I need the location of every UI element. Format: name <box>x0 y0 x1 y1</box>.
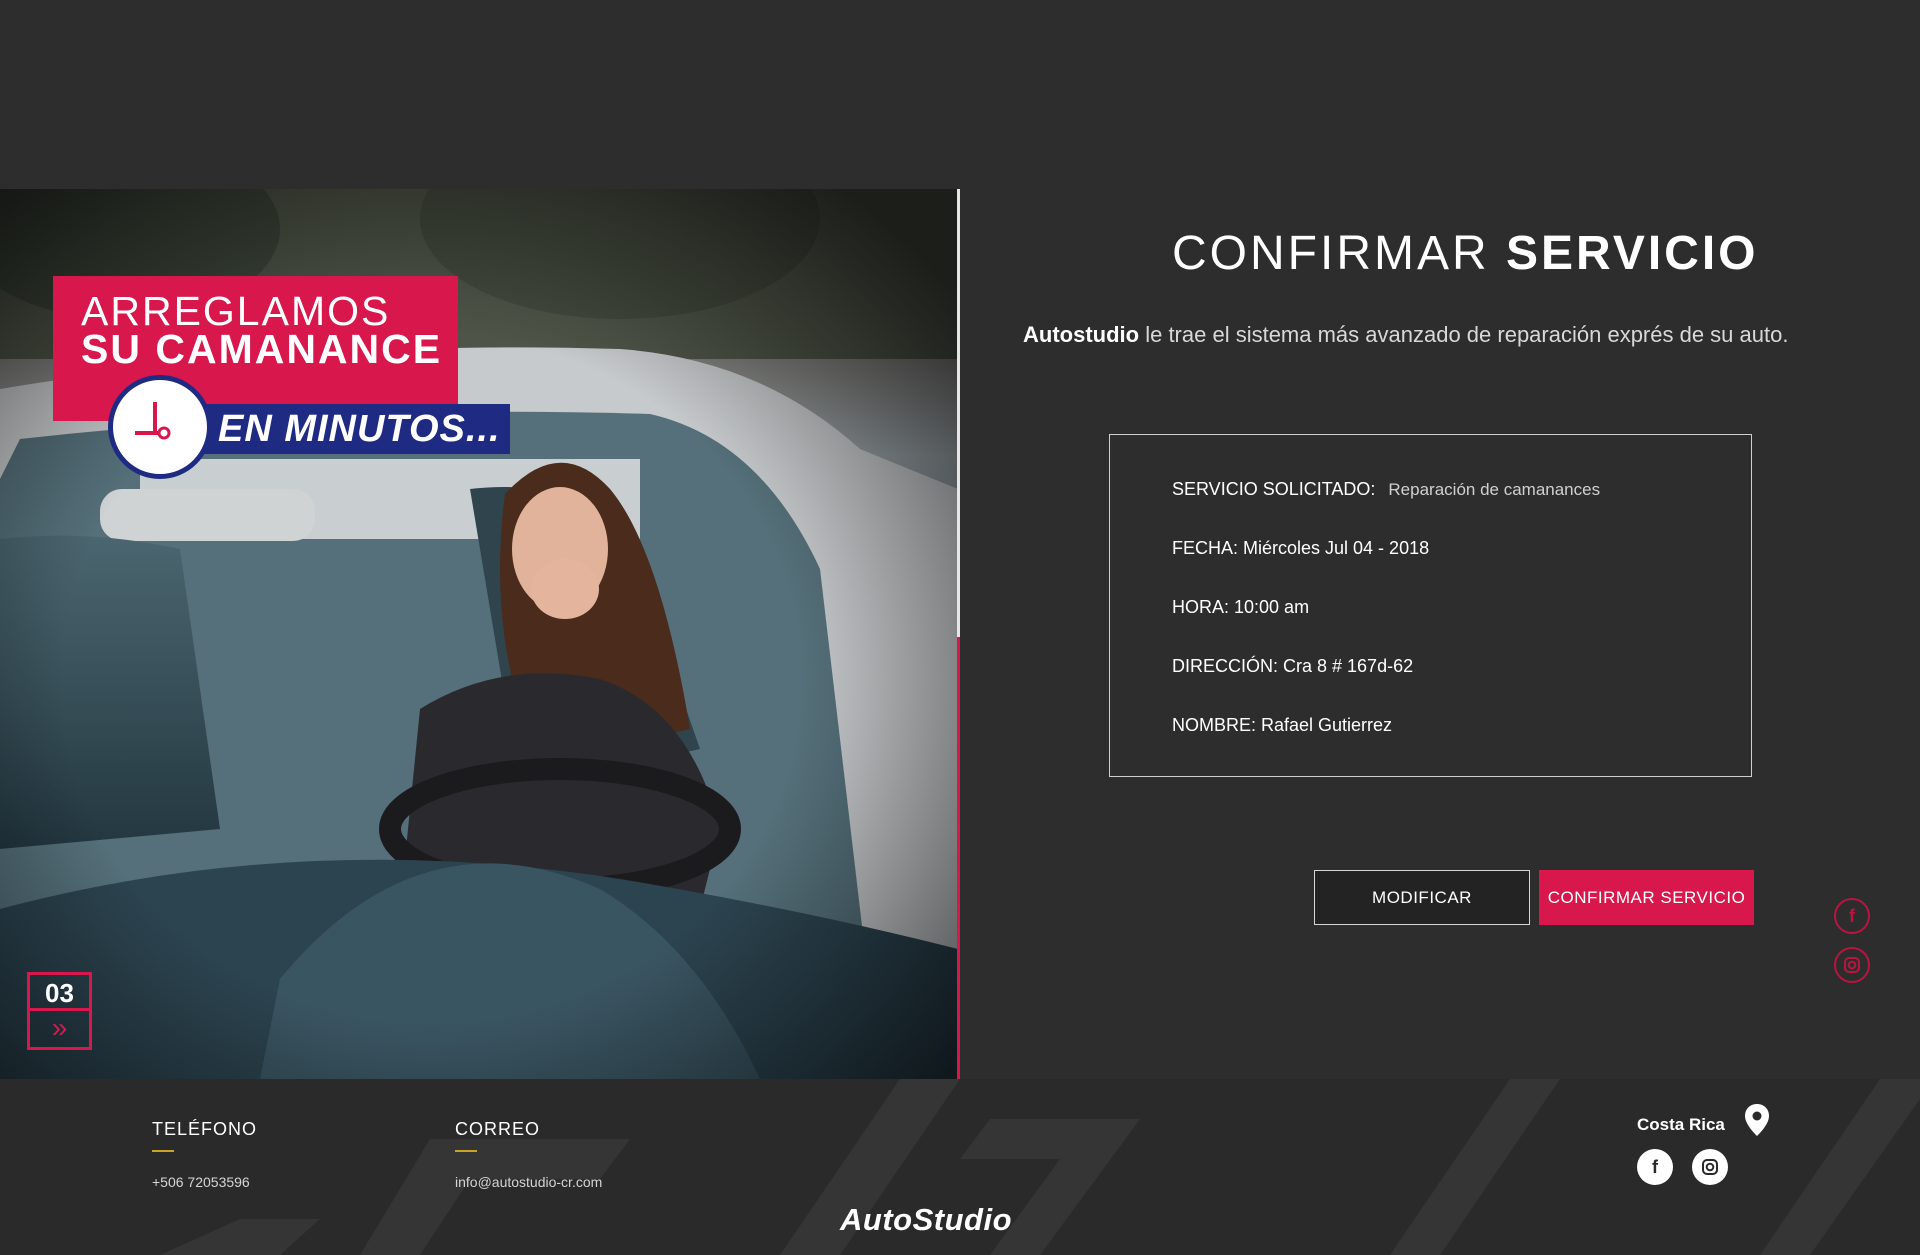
phone-underline <box>152 1150 174 1152</box>
modify-button[interactable]: MODIFICAR <box>1314 870 1530 925</box>
summary-date: FECHA: Miércoles Jul 04 - 2018 <box>1172 538 1430 558</box>
site-footer: TELÉFONO +506 72053596 CORREO info@autos… <box>0 1079 1920 1255</box>
service-value: Reparación de camanances <box>1388 480 1601 499</box>
email-underline <box>455 1150 477 1152</box>
title-bold-part: SERVICIO <box>1506 227 1759 280</box>
next-slide-button[interactable]: » <box>30 1011 89 1047</box>
email-value[interactable]: info@autostudio-cr.com <box>455 1174 602 1190</box>
intro-description: le trae el sistema más avanzado de repar… <box>1139 322 1789 347</box>
location-text: Costa Rica <box>1637 1115 1725 1134</box>
page-title: CONFIRMAR SERVICIO <box>1172 226 1759 281</box>
phone-value[interactable]: +506 72053596 <box>152 1174 250 1190</box>
panel-divider-white <box>957 189 960 637</box>
panel-divider-red <box>957 637 960 1079</box>
instagram-icon[interactable] <box>1834 947 1870 983</box>
footer-instagram-icon[interactable] <box>1692 1149 1728 1185</box>
brand-logo[interactable]: AutoStudio <box>840 1202 1012 1238</box>
intro-text: Autostudio le trae el sistema más avanza… <box>1023 322 1788 348</box>
slide-counter: 03 » <box>27 972 92 1050</box>
summary-name: NOMBRE: Rafael Gutierrez <box>1172 715 1393 735</box>
minutes-banner: EN MINUTOS... <box>200 404 510 454</box>
headline-line-2: SU CAMANANCE <box>81 326 443 372</box>
confirm-service-button[interactable]: CONFIRMAR SERVICIO <box>1539 870 1754 925</box>
summary-service: SERVICIO SOLICITADO: Reparación de caman… <box>1172 479 1600 500</box>
clock-icon <box>108 375 212 479</box>
service-label: SERVICIO SOLICITADO: <box>1172 479 1376 499</box>
summary-address: DIRECCIÓN: Cra 8 # 167d-62 <box>1172 656 1414 676</box>
service-summary-box: SERVICIO SOLICITADO: Reparación de caman… <box>1109 434 1752 777</box>
phone-label: TELÉFONO <box>152 1119 258 1139</box>
summary-time: HORA: 10:00 am <box>1172 597 1310 617</box>
footer-facebook-icon[interactable]: f <box>1637 1149 1673 1185</box>
email-label: CORREO <box>455 1119 541 1139</box>
slide-number: 03 <box>30 975 89 1011</box>
facebook-icon[interactable]: f <box>1834 898 1870 934</box>
map-pin-icon <box>1745 1104 1769 1136</box>
hero-image-panel: ARREGLAMOS SU CAMANANCE EN MINUTOS... 03… <box>0 189 958 1079</box>
intro-brand: Autostudio <box>1023 322 1140 347</box>
title-light-part: CONFIRMAR <box>1172 227 1490 280</box>
